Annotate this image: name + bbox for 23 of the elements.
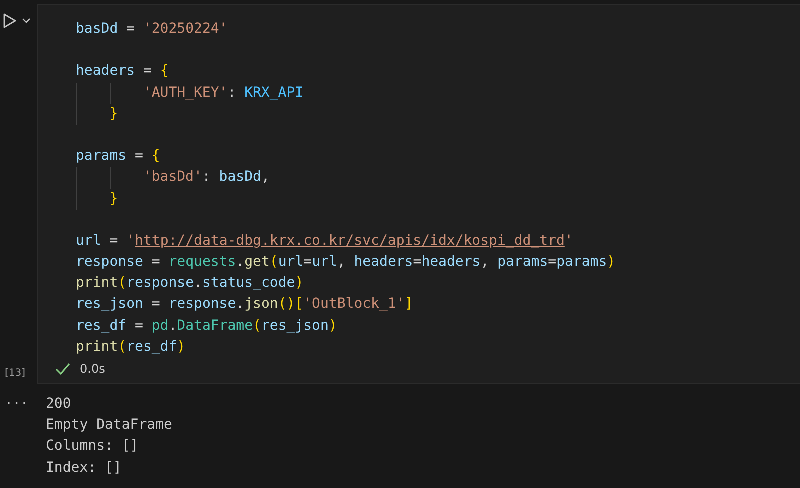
output-line: Index: [] <box>46 458 123 478</box>
execution-time: 0.0s <box>80 362 106 376</box>
code-cell-editor[interactable] <box>37 4 800 384</box>
code-line: } <box>76 104 800 125</box>
output-line: Empty DataFrame <box>46 416 172 436</box>
output-more-actions[interactable]: ... <box>0 394 46 408</box>
code-line: basDd = '20250224' <box>76 20 229 39</box>
execution-count: [13] <box>4 368 27 381</box>
run-icon[interactable] <box>3 13 17 29</box>
code-line: print(response.status_code) <box>76 274 305 294</box>
code-line: 'basDd': basDd, <box>76 167 800 188</box>
code-line: } <box>76 188 800 210</box>
code-line: 'AUTH_KEY': KRX_API <box>76 82 800 104</box>
code-line: response = requests.get(url=url, headers=headers, params=params) <box>76 253 617 272</box>
code-line: res_json = response.json()['OutBlock_1'] <box>76 295 414 314</box>
code-line: params = { <box>76 147 162 166</box>
code-line: res_df = pd.DataFrame(res_json) <box>76 316 338 336</box>
code-line: url = 'http://data-dbg.krx.co.kr/svc/apis/idx/kospi_dd_trd' <box>76 232 574 251</box>
code-line: headers = { <box>76 62 170 82</box>
chevron-down-icon[interactable] <box>22 18 31 24</box>
code-line: print(res_df) <box>76 338 187 357</box>
output-line: 200 <box>46 395 72 414</box>
output-line: Columns: [] <box>46 437 140 456</box>
